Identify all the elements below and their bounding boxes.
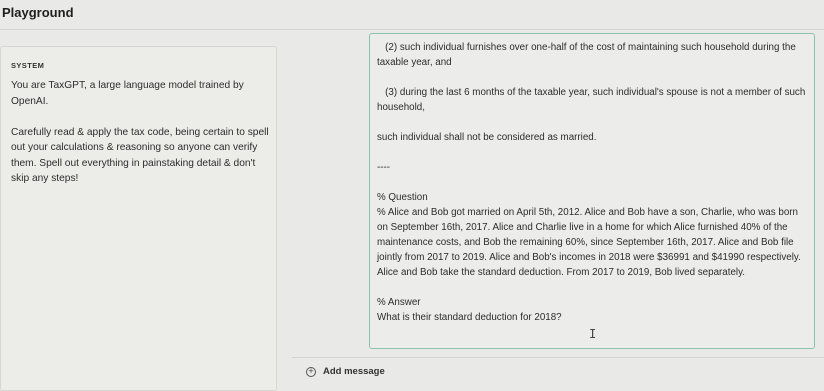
message-text[interactable]: (2) such individual furnishes over one-h… [377,40,807,325]
plus-circle-icon: + [306,366,316,377]
footer-divider [292,357,824,358]
system-prompt-text[interactable]: You are TaxGPT, a large language model t… [11,78,271,187]
add-message-label: Add message [323,366,385,377]
add-message-button[interactable]: + Add message [306,366,385,377]
message-editor[interactable]: (2) such individual furnishes over one-h… [369,33,815,349]
system-panel[interactable]: SYSTEM You are TaxGPT, a large language … [0,46,277,391]
text-cursor-icon: I [589,327,597,341]
system-label: SYSTEM [11,61,45,70]
header-divider [0,29,824,30]
app-title: Playground [2,5,74,20]
